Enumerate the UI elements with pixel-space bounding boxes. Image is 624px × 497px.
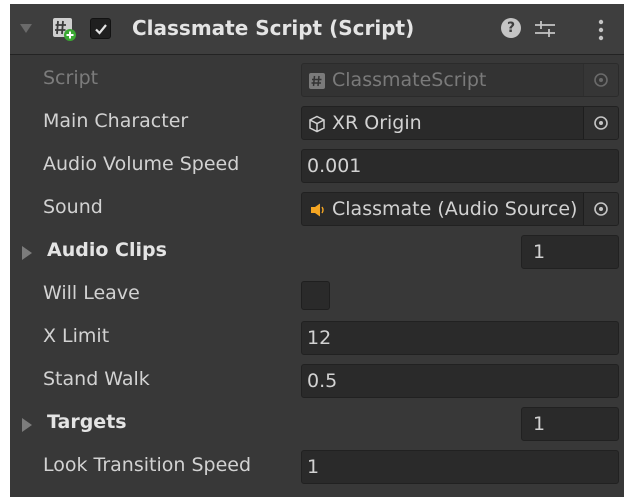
property-row-sound: Sound Classmate (Audio Source) [10, 189, 624, 231]
component-header[interactable]: Classmate Script (Script) ? [10, 4, 624, 55]
gameobject-cube-icon [309, 115, 325, 133]
will-leave-checkbox[interactable] [301, 281, 330, 310]
audio-clips-size-input[interactable]: 1 [521, 235, 619, 269]
targets-size-input[interactable]: 1 [521, 407, 619, 441]
component-enabled-checkbox[interactable] [90, 18, 111, 39]
sound-value: Classmate (Audio Source) [332, 198, 578, 220]
script-file-icon [309, 73, 325, 89]
sound-label: Sound [43, 196, 103, 218]
audio-source-icon [311, 203, 324, 217]
property-row-will-leave: Will Leave [10, 275, 624, 317]
targets-label: Targets [47, 411, 127, 433]
kebab-menu-icon[interactable] [598, 19, 604, 41]
property-row-stand-walk: Stand Walk 0.5 [10, 361, 624, 403]
stand-walk-label: Stand Walk [43, 368, 150, 390]
script-label: Script [43, 67, 99, 89]
sound-object-picker[interactable] [583, 193, 618, 225]
checkmark-icon [94, 23, 107, 35]
property-row-x-limit: X Limit 12 [10, 318, 624, 360]
main-character-value: XR Origin [332, 112, 422, 134]
audio-volume-speed-input[interactable]: 0.001 [301, 149, 619, 183]
x-limit-label: X Limit [43, 325, 110, 347]
foldout-arrow-right-icon[interactable] [22, 418, 32, 432]
will-leave-label: Will Leave [43, 282, 140, 304]
audio-volume-speed-label: Audio Volume Speed [43, 153, 240, 175]
object-picker-icon [594, 116, 608, 130]
x-limit-input[interactable]: 12 [301, 321, 619, 355]
object-picker-icon [594, 73, 608, 87]
script-object-field: ClassmateScript [301, 63, 619, 97]
foldout-arrow-right-icon[interactable] [22, 246, 32, 260]
main-character-object-field[interactable]: XR Origin [301, 106, 619, 140]
main-character-label: Main Character [43, 110, 189, 132]
stand-walk-value: 0.5 [307, 370, 338, 392]
foldout-arrow-down-icon[interactable] [20, 24, 32, 33]
help-icon[interactable]: ? [501, 18, 521, 38]
look-transition-speed-label: Look Transition Speed [43, 454, 252, 476]
csharp-script-icon [53, 18, 76, 41]
inspector-panel: Classmate Script (Script) ? Script Class… [10, 4, 624, 497]
property-row-look-transition-speed: Look Transition Speed 1 [10, 447, 624, 489]
stand-walk-input[interactable]: 0.5 [301, 364, 619, 398]
audio-clips-label: Audio Clips [47, 239, 167, 261]
audio-volume-speed-value: 0.001 [307, 155, 362, 177]
look-transition-speed-input[interactable]: 1 [301, 450, 619, 484]
component-title: Classmate Script (Script) [132, 16, 415, 40]
presets-icon[interactable] [534, 19, 556, 39]
property-row-main-character: Main Character XR Origin [10, 103, 624, 145]
script-object-picker [583, 64, 618, 96]
look-transition-speed-value: 1 [307, 456, 320, 478]
object-picker-icon [594, 202, 608, 216]
x-limit-value: 12 [307, 327, 332, 349]
main-character-object-picker[interactable] [583, 107, 618, 139]
property-row-script: Script ClassmateScript [10, 60, 624, 102]
property-row-audio-clips[interactable]: Audio Clips 1 [10, 232, 624, 274]
property-row-targets[interactable]: Targets 1 [10, 404, 624, 446]
script-value: ClassmateScript [332, 69, 487, 91]
sound-object-field[interactable]: Classmate (Audio Source) [301, 192, 619, 226]
property-row-audio-volume-speed: Audio Volume Speed 0.001 [10, 146, 624, 188]
